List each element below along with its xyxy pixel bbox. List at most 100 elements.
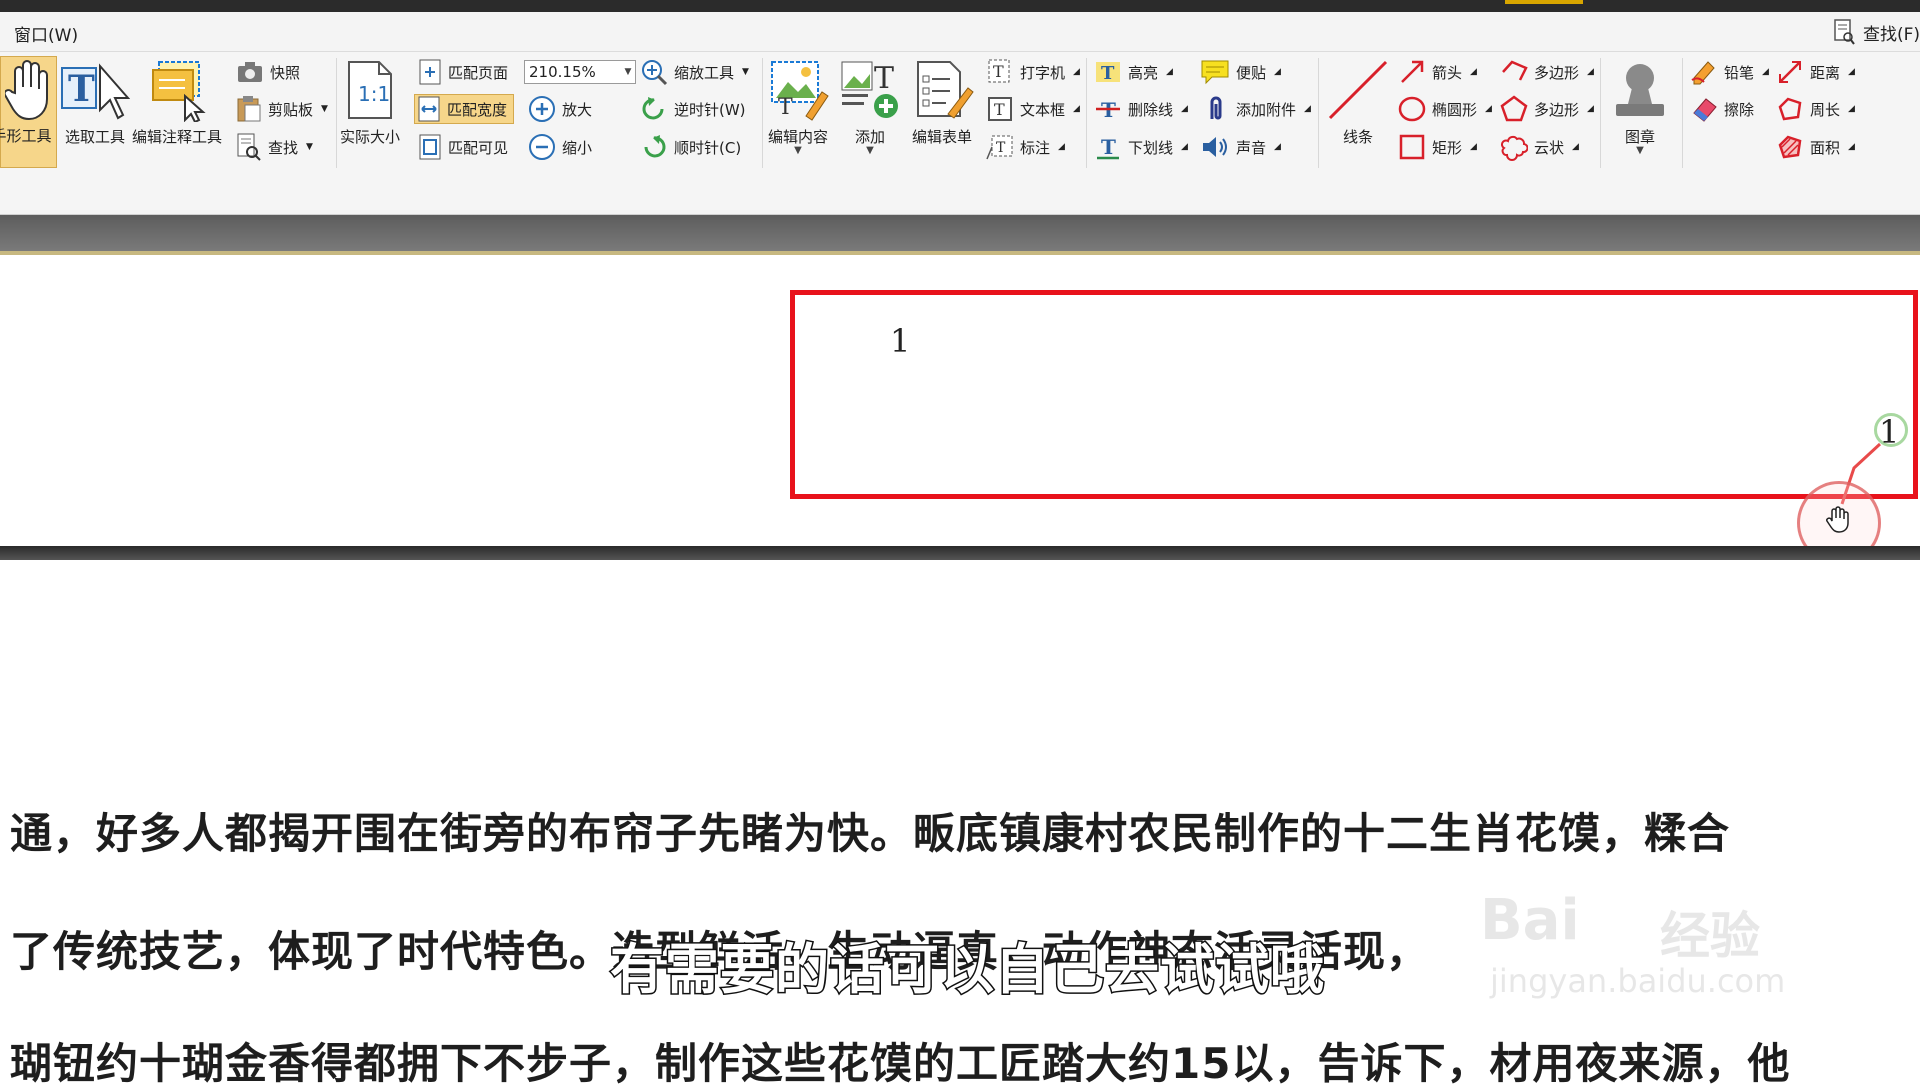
attach-file-dropdown-icon[interactable]: ◢ — [1304, 104, 1311, 114]
distance-dropdown-icon[interactable]: ◢ — [1848, 67, 1855, 77]
hand-tool-label: 手形工具 — [0, 127, 52, 145]
clipboard-label: 剪贴板 — [268, 100, 314, 119]
area-dropdown-icon[interactable]: ◢ — [1848, 142, 1855, 152]
arrow-dropdown-icon[interactable]: ◢ — [1470, 67, 1477, 77]
stamp-label: 图章 — [1624, 128, 1655, 146]
clipboard-dropdown-icon[interactable]: ▼ — [321, 104, 328, 114]
area-button[interactable]: 面积 ◢ — [1776, 132, 1855, 162]
zoom-out-icon — [528, 133, 556, 161]
menu-window[interactable]: 窗口(W) — [14, 21, 78, 46]
textbox-button[interactable]: T 文本框 ◢ — [986, 94, 1080, 124]
fit-visible-button[interactable]: 匹配可见 — [418, 132, 508, 162]
note-dropdown-icon[interactable]: ◢ — [1274, 67, 1281, 77]
perimeter-dropdown-icon[interactable]: ◢ — [1848, 104, 1855, 114]
zoom-out-button[interactable]: 缩小 — [528, 132, 592, 162]
polygon-button[interactable]: 多边形 ◢ — [1500, 94, 1594, 124]
eraser-label: 擦除 — [1724, 100, 1755, 119]
fit-page-button[interactable]: 匹配页面 — [418, 57, 508, 87]
area-icon — [1776, 133, 1804, 161]
highlight-button[interactable]: T 高亮 ◢ — [1094, 57, 1173, 87]
strikeout-label: 删除线 — [1128, 100, 1174, 119]
find-icon — [236, 133, 262, 161]
line-label: 线条 — [1342, 128, 1373, 146]
line-button[interactable]: 线条 — [1326, 58, 1390, 147]
line-icon — [1326, 58, 1390, 122]
strikeout-button[interactable]: T 删除线 ◢ — [1094, 94, 1188, 124]
arrow-button[interactable]: 箭头 ◢ — [1398, 57, 1477, 87]
sticky-note-icon — [1200, 58, 1230, 86]
underline-dropdown-icon[interactable]: ◢ — [1181, 142, 1188, 152]
note-button[interactable]: 便贴 ◢ — [1200, 57, 1281, 87]
cloud-label: 云状 — [1534, 138, 1565, 157]
find-dropdown-icon[interactable]: ▼ — [306, 142, 313, 152]
zoom-tool-dropdown-icon[interactable]: ▼ — [742, 67, 749, 77]
perimeter-button[interactable]: 周长 ◢ — [1776, 94, 1855, 124]
edit-form-button[interactable]: 编辑表单 — [910, 58, 974, 147]
edit-annotation-tool-button[interactable]: 编辑注释工具 — [132, 58, 222, 147]
callout-button[interactable]: T 标注 ◢ — [986, 132, 1065, 162]
find-area[interactable]: 查找(F) — [1833, 18, 1920, 46]
zoom-value-text: 210.15% — [529, 63, 596, 81]
typewriter-dropdown-icon[interactable]: ◢ — [1073, 67, 1080, 77]
viewer-background — [0, 215, 1920, 255]
snapshot-button[interactable]: 快照 — [236, 57, 300, 87]
sound-button[interactable]: 声音 ◢ — [1200, 132, 1281, 162]
rectangle-annotation[interactable] — [790, 290, 1918, 499]
find-document-icon — [1833, 19, 1855, 45]
rotate-cw-button[interactable]: 顺时针(C) — [640, 132, 741, 162]
ellipse-button[interactable]: 椭圆形 ◢ — [1398, 94, 1492, 124]
attach-file-button[interactable]: 添加附件 ◢ — [1200, 94, 1311, 124]
attach-file-label: 添加附件 — [1236, 100, 1297, 119]
fit-page-icon — [418, 59, 442, 85]
svg-text:T: T — [1101, 135, 1116, 159]
zoom-value-select[interactable]: 210.15% ▼ — [524, 57, 636, 87]
add-button[interactable]: T 添加 ▼ — [838, 58, 902, 156]
distance-button[interactable]: 距离 ◢ — [1776, 57, 1855, 87]
typewriter-button[interactable]: T 打字机 ◢ — [986, 57, 1080, 87]
cloud-dropdown-icon[interactable]: ◢ — [1572, 142, 1579, 152]
svg-text:T: T — [778, 95, 793, 120]
actual-size-button[interactable]: 1:1 实际大小 — [340, 58, 400, 147]
fit-width-button[interactable]: 匹配宽度 — [414, 94, 515, 124]
rectangle-button[interactable]: 矩形 ◢ — [1398, 132, 1477, 162]
select-tool-label: 选取工具 — [64, 128, 125, 146]
callout-dropdown-icon[interactable]: ◢ — [1058, 142, 1065, 152]
underline-button[interactable]: T 下划线 ◢ — [1094, 132, 1188, 162]
polyline-dropdown-icon[interactable]: ◢ — [1587, 67, 1594, 77]
zoom-dropdown-icon[interactable]: ▼ — [621, 67, 635, 77]
rotate-ccw-label: 逆时针(W) — [674, 100, 746, 119]
add-dropdown-icon[interactable]: ▼ — [866, 146, 874, 156]
add-label: 添加 — [854, 128, 885, 146]
edit-content-dropdown-icon[interactable]: ▼ — [794, 146, 802, 156]
stamp-dropdown-icon[interactable]: ▼ — [1636, 146, 1644, 156]
sound-dropdown-icon[interactable]: ◢ — [1274, 142, 1281, 152]
rectangle-dropdown-icon[interactable]: ◢ — [1470, 142, 1477, 152]
hand-tool-button[interactable]: 手形工具 — [0, 56, 57, 168]
zoom-value-field[interactable]: 210.15% ▼ — [524, 60, 636, 84]
highlight-dropdown-icon[interactable]: ◢ — [1166, 67, 1173, 77]
pencil-button[interactable]: 铅笔 ◢ — [1690, 57, 1769, 87]
fit-width-icon — [417, 96, 441, 122]
select-tool-button[interactable]: T 选取工具 — [60, 58, 130, 147]
cloud-button[interactable]: 云状 ◢ — [1500, 132, 1579, 162]
pencil-dropdown-icon[interactable]: ◢ — [1762, 67, 1769, 77]
body-text-line: 通，好多人都揭开围在街旁的布帘子先睹为快。畈底镇康村农民制作的十二生肖花馍，糅合 — [10, 809, 1731, 858]
zoom-in-button[interactable]: 放大 — [528, 94, 592, 124]
polyline-button[interactable]: 多边形 ◢ — [1500, 57, 1594, 87]
stamp-button[interactable]: 图章 ▼ — [1608, 58, 1672, 156]
callout-icon: T — [986, 133, 1014, 161]
clipboard-button[interactable]: 剪贴板 ▼ — [236, 94, 328, 124]
edit-content-button[interactable]: T 编辑内容 ▼ — [766, 58, 830, 156]
textbox-dropdown-icon[interactable]: ◢ — [1073, 104, 1080, 114]
strikeout-dropdown-icon[interactable]: ◢ — [1181, 104, 1188, 114]
rotate-ccw-button[interactable]: 逆时针(W) — [640, 94, 746, 124]
rotate-cw-label: 顺时针(C) — [674, 138, 742, 157]
find-button[interactable]: 查找 ▼ — [236, 132, 313, 162]
zoom-tool-button[interactable]: 缩放工具 ▼ — [640, 57, 749, 87]
polygon-dropdown-icon[interactable]: ◢ — [1587, 104, 1594, 114]
cloud-icon — [1500, 133, 1528, 161]
ellipse-dropdown-icon[interactable]: ◢ — [1485, 104, 1492, 114]
stamp-icon — [1608, 58, 1672, 122]
rectangle-label: 矩形 — [1432, 138, 1463, 157]
eraser-button[interactable]: 擦除 — [1690, 94, 1754, 124]
